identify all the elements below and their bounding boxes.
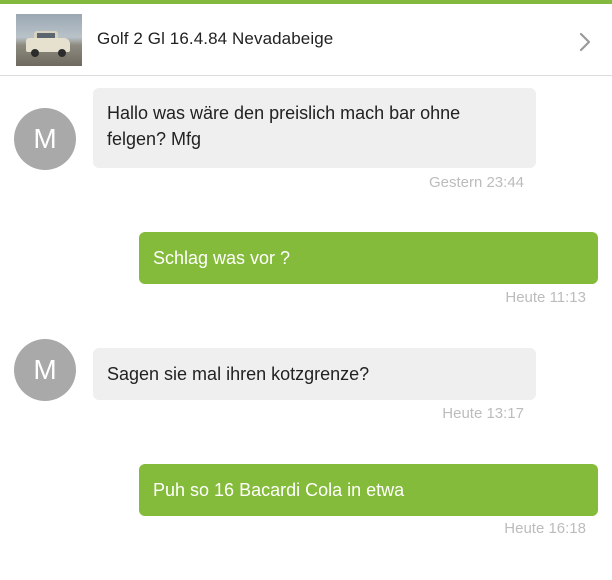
incoming-message-bubble[interactable]: Sagen sie mal ihren kotzgrenze? xyxy=(93,348,536,400)
chat-screen: Golf 2 Gl 16.4.84 Nevadabeige M Hallo wa… xyxy=(0,0,612,580)
listing-header[interactable]: Golf 2 Gl 16.4.84 Nevadabeige xyxy=(0,4,612,76)
message-timestamp: Heute 11:13 xyxy=(505,289,586,306)
message-timestamp: Heute 16:18 xyxy=(504,520,586,537)
message-text: Schlag was vor ? xyxy=(153,248,291,268)
message-text: Hallo was wäre den preislich mach bar oh… xyxy=(107,103,461,149)
message-text: Puh so 16 Bacardi Cola in etwa xyxy=(153,480,405,500)
listing-title: Golf 2 Gl 16.4.84 Nevadabeige xyxy=(97,29,334,48)
incoming-message-bubble[interactable]: Hallo was wäre den preislich mach bar oh… xyxy=(93,88,536,168)
sender-avatar[interactable]: M xyxy=(14,108,76,170)
chevron-right-icon[interactable] xyxy=(578,31,592,53)
message-text: Sagen sie mal ihren kotzgrenze? xyxy=(107,364,370,384)
outgoing-message-bubble[interactable]: Schlag was vor ? xyxy=(139,232,598,284)
sender-avatar[interactable]: M xyxy=(14,339,76,401)
car-wheel-front xyxy=(31,49,39,57)
outgoing-message-bubble[interactable]: Puh so 16 Bacardi Cola in etwa xyxy=(139,464,598,516)
message-timestamp: Gestern 23:44 xyxy=(428,174,524,191)
car-wheel-rear xyxy=(58,49,66,57)
message-timestamp: Heute 13:17 xyxy=(442,405,524,422)
listing-thumbnail[interactable] xyxy=(16,14,82,66)
